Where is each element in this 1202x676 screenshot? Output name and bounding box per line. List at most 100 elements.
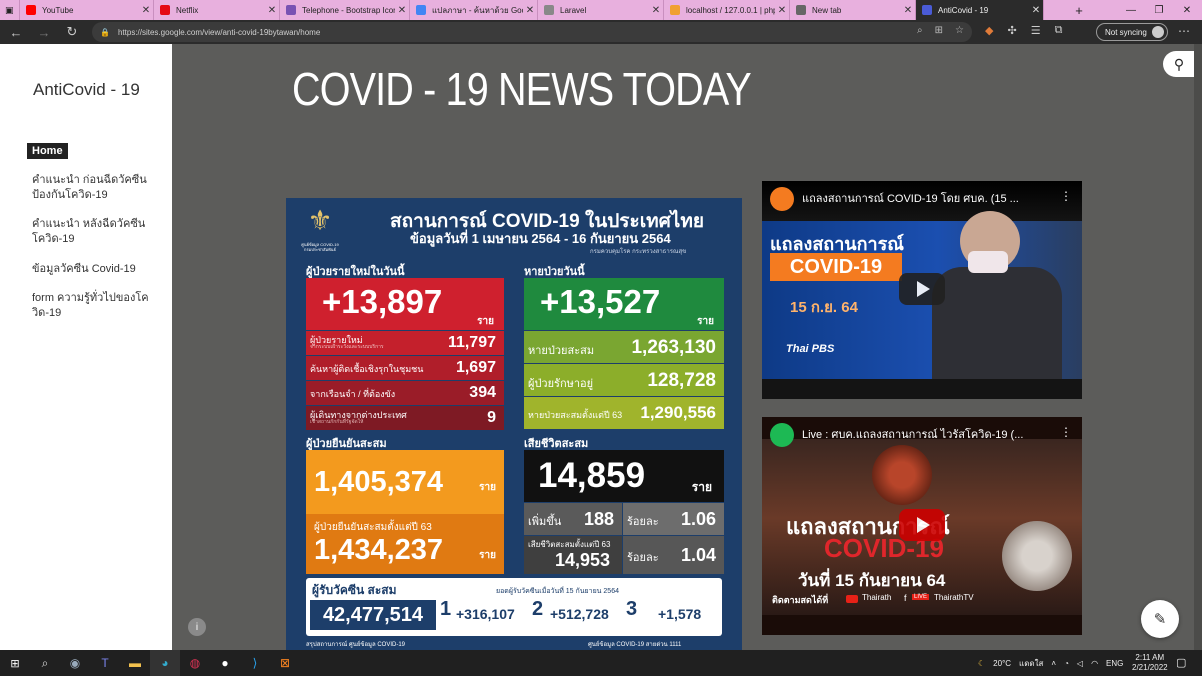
- confirmed-unit: ราย: [479, 482, 496, 493]
- xampp-icon[interactable]: ⊠: [270, 650, 300, 676]
- refresh-icon[interactable]: ↻: [58, 24, 86, 40]
- notifications-icon[interactable]: ▢: [1176, 656, 1186, 669]
- recovered-unit: ราย: [697, 316, 714, 327]
- row-label: จากเรือนจำ / ที่ต้องขัง: [310, 389, 396, 399]
- minimize-button[interactable]: —: [1118, 0, 1144, 20]
- clock-date: 2/21/2022: [1132, 663, 1168, 672]
- browser-tab[interactable]: localhost / 127.0.0.1 | phpM ✕: [664, 0, 790, 20]
- tray-overflow-icon[interactable]: ˄: [1051, 659, 1056, 668]
- network-icon[interactable]: ◔: [1064, 659, 1069, 668]
- volume-icon[interactable]: ◁: [1077, 659, 1083, 668]
- video-menu-icon[interactable]: ⋮: [1060, 425, 1072, 439]
- confirmed-since-unit: ราย: [479, 550, 496, 561]
- forward-icon[interactable]: →: [30, 25, 58, 40]
- thairath-channel-icon[interactable]: [770, 423, 794, 447]
- info-icon[interactable]: i: [188, 618, 206, 636]
- steam-icon[interactable]: ◉: [60, 650, 90, 676]
- thaipbs-channel-icon[interactable]: [770, 187, 794, 211]
- close-tab-icon[interactable]: ✕: [139, 5, 153, 16]
- recovered-box: +13,527 ราย: [524, 278, 724, 330]
- clock-time: 2:11 AM: [1135, 653, 1165, 662]
- close-tab-icon[interactable]: ✕: [265, 5, 279, 16]
- extensions-puzzle-icon[interactable]: ✣: [1007, 24, 1016, 37]
- deaths-since-rate-box: ร้อยละ 1.04: [623, 536, 724, 574]
- deaths-unit: ราย: [691, 480, 712, 494]
- row-value: 1,697: [455, 359, 496, 376]
- app-icon[interactable]: ◍: [180, 650, 210, 676]
- restore-button[interactable]: ❐: [1146, 0, 1172, 20]
- deaths-since-box: เสียชีวิตสะสมตั้งแต่ปี 63 14,953: [524, 536, 622, 574]
- close-tab-icon[interactable]: ✕: [649, 5, 663, 16]
- github-icon[interactable]: ●: [210, 650, 240, 676]
- close-tab-icon[interactable]: ✕: [775, 5, 789, 16]
- browser-tab[interactable]: AntiCovid - 19 ✕: [916, 0, 1044, 20]
- recovered-value: +13,527: [540, 283, 661, 320]
- wifi-icon[interactable]: ◠: [1091, 659, 1098, 668]
- new-tab-button[interactable]: +: [1066, 0, 1092, 20]
- nav-home[interactable]: Home: [27, 143, 68, 159]
- file-explorer-icon[interactable]: ▬: [120, 650, 150, 676]
- page-headline: COVID - 19 NEWS TODAY: [292, 63, 752, 115]
- close-tab-icon[interactable]: ✕: [523, 5, 537, 16]
- url-bar[interactable]: 🔒 https://sites.google.com/view/anti-cov…: [92, 22, 972, 42]
- nav-covid-form[interactable]: form ความรู้ทั่วไปของโควิด-19: [32, 291, 152, 321]
- search-icon[interactable]: ⌕: [30, 650, 60, 676]
- browser-tab[interactable]: Netflix ✕: [154, 0, 280, 20]
- web-page: AntiCovid - 19 Home คำแนะนำ ก่อนฉีดวัคซี…: [0, 44, 1202, 652]
- browser-tab[interactable]: แปลภาษา - ค้นหาด้วย Google✕: [410, 0, 538, 20]
- search-icon[interactable]: ⚲: [1163, 51, 1195, 77]
- browser-tab[interactable]: New tab ✕: [790, 0, 916, 20]
- browser-tab[interactable]: Telephone - Bootstrap Icon ✕: [280, 0, 410, 20]
- app-available-icon[interactable]: ⊞: [935, 25, 943, 36]
- sync-button[interactable]: Not syncing: [1096, 23, 1168, 41]
- favorite-star-icon[interactable]: ☆: [955, 25, 964, 36]
- row-label: หายป่วยสะสมตั้งแต่ปี 63: [528, 410, 623, 420]
- play-button-icon[interactable]: [899, 509, 945, 541]
- confirmed-since-label: ผู้ป่วยยืนยันสะสมตั้งแต่ปี 63: [314, 522, 432, 533]
- teams-icon[interactable]: T: [90, 650, 120, 676]
- close-tab-icon[interactable]: ✕: [901, 5, 915, 16]
- edge-icon[interactable]: ◕: [150, 650, 180, 676]
- dose1-icon: 1: [440, 598, 452, 620]
- page-scrollbar[interactable]: [1194, 44, 1202, 650]
- sync-label: Not syncing: [1105, 27, 1147, 37]
- system-clock[interactable]: 2:11 AM 2/21/2022: [1132, 653, 1168, 673]
- play-button-icon[interactable]: [899, 273, 945, 305]
- video-title[interactable]: แถลงสถานการณ์ COVID-19 โดย ศบค. (15 ...: [802, 189, 1019, 207]
- nav-vaccine-info[interactable]: ข้อมูลวัคซีน Covid-19: [32, 262, 152, 277]
- vscode-icon[interactable]: ⟩: [240, 650, 270, 676]
- zoom-icon[interactable]: ⌕: [917, 25, 923, 36]
- language-indicator[interactable]: ENG: [1106, 659, 1123, 668]
- weather-desc: แดดใส: [1019, 658, 1044, 668]
- phpmyadmin-icon: [670, 5, 680, 15]
- live-badge: LIVE: [912, 594, 930, 600]
- row-label: หายป่วยสะสม: [528, 345, 595, 357]
- browser-tab[interactable]: Laravel ✕: [538, 0, 664, 20]
- bootstrap-icon: [286, 5, 296, 15]
- close-window-button[interactable]: ✕: [1174, 0, 1200, 20]
- extension-icon[interactable]: ◆: [985, 24, 993, 37]
- video-menu-icon[interactable]: ⋮: [1060, 189, 1072, 203]
- recovered-row: หายป่วยสะสม 1,263,130: [524, 331, 724, 363]
- close-tab-icon[interactable]: ✕: [395, 5, 409, 16]
- windows-start-icon[interactable]: ⊞: [0, 650, 30, 676]
- video-title[interactable]: Live : ศบค.แถลงสถานการณ์ ไวรัสโควิด-19 (…: [802, 425, 1023, 443]
- more-menu-icon[interactable]: ⋯: [1178, 24, 1190, 38]
- weather-temp[interactable]: 20°C: [993, 659, 1011, 668]
- new-cases-row: จากเรือนจำ / ที่ต้องขัง 394: [306, 381, 504, 405]
- site-title[interactable]: AntiCovid - 19: [33, 80, 140, 100]
- nav-before-vaccine[interactable]: คำแนะนำ ก่อนฉีดวัคซีน ป้องกันโควิด-19: [32, 173, 152, 203]
- tab-actions-icon[interactable]: ▣: [0, 0, 20, 20]
- collections-icon[interactable]: ⧉: [1055, 24, 1063, 37]
- row-label: ผู้ป่วยรักษาอยู่: [528, 378, 594, 390]
- video-embed-2[interactable]: Live : ศบค.แถลงสถานการณ์ ไวรัสโควิด-19 (…: [762, 417, 1082, 635]
- favorites-icon[interactable]: ☰: [1031, 24, 1041, 37]
- video-text-2: COVID-19: [770, 253, 902, 281]
- nav-after-vaccine[interactable]: คำแนะนำ หลังฉีดวัคซีนโควิด-19: [32, 217, 152, 247]
- close-tab-icon[interactable]: ✕: [1029, 5, 1043, 16]
- confirmed-since-value: 1,434,237: [314, 534, 444, 566]
- video-embed-1[interactable]: แถลงสถานการณ์ COVID-19 โดย ศบค. (15 ... …: [762, 181, 1082, 399]
- back-icon[interactable]: ←: [2, 25, 30, 40]
- browser-tab[interactable]: YouTube ✕: [20, 0, 154, 20]
- edit-pencil-icon[interactable]: ✎: [1141, 600, 1179, 638]
